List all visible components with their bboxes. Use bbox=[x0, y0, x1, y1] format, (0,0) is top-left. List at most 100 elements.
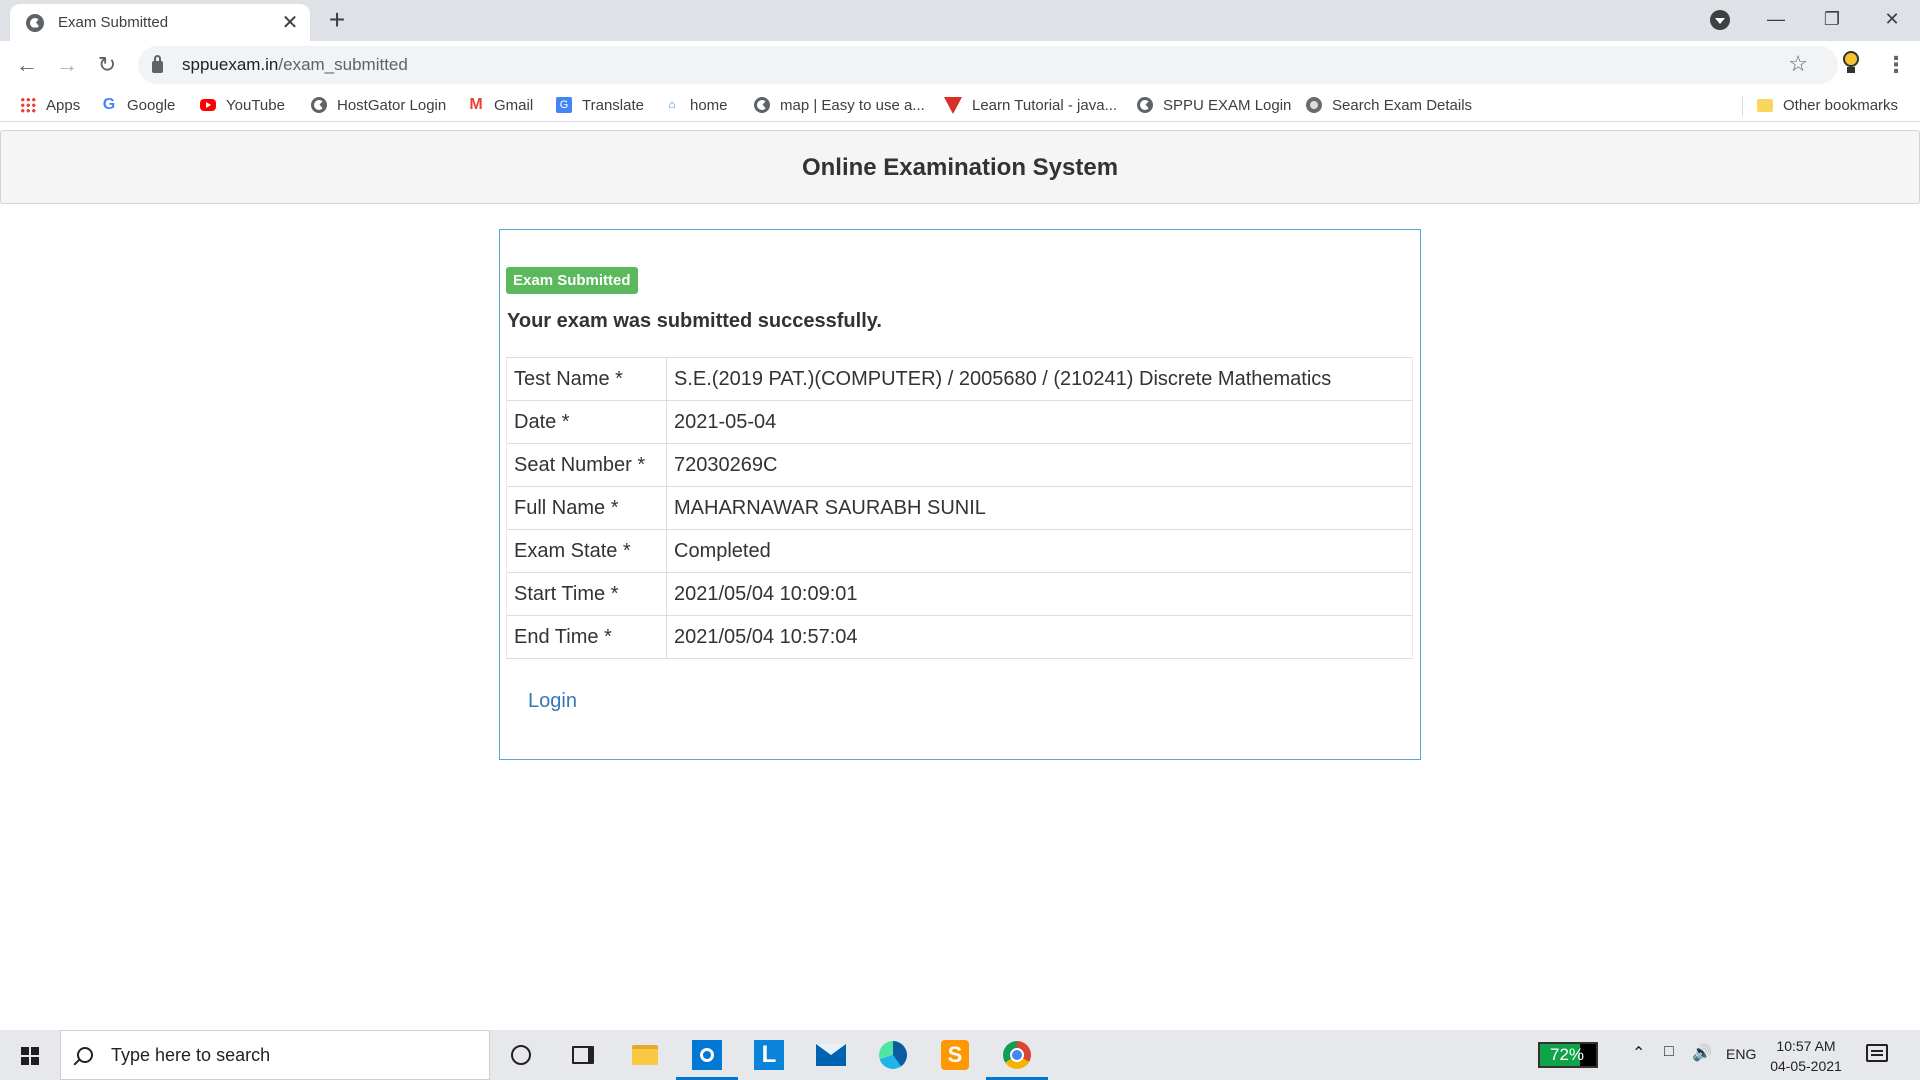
clock-date: 04-05-2021 bbox=[1770, 1058, 1842, 1074]
search-icon bbox=[77, 1047, 93, 1063]
start-button[interactable] bbox=[0, 1030, 60, 1080]
sublime-text-icon: S bbox=[941, 1040, 969, 1070]
taskbar-outlook[interactable] bbox=[676, 1030, 738, 1080]
other-bookmarks[interactable]: Other bookmarks bbox=[1757, 92, 1898, 118]
task-view-icon bbox=[572, 1046, 594, 1064]
restore-button[interactable]: ❐ bbox=[1804, 0, 1860, 41]
bookmark-label: YouTube bbox=[226, 96, 285, 114]
globe-icon bbox=[754, 97, 770, 113]
folder-icon bbox=[1757, 98, 1773, 112]
new-tab-button[interactable]: + bbox=[322, 6, 352, 36]
row-value: S.E.(2019 PAT.)(COMPUTER) / 2005680 / (2… bbox=[666, 357, 1413, 401]
close-window-button[interactable]: ✕ bbox=[1864, 0, 1920, 41]
tab-close-button[interactable]: ✕ bbox=[276, 9, 304, 37]
tutorial-icon bbox=[944, 96, 962, 114]
taskbar-chrome[interactable] bbox=[986, 1030, 1048, 1080]
bookmark-label: Apps bbox=[46, 96, 81, 114]
bookmark-label: Search Exam Details bbox=[1332, 96, 1473, 114]
youtube-icon bbox=[200, 99, 216, 111]
browser-toolbar: ← → ↻ sppuexam.in/exam_submitted ☆ ⋮ bbox=[0, 41, 1920, 88]
bookmark-label: Translate bbox=[582, 96, 644, 114]
tab-search-icon[interactable] bbox=[1710, 10, 1730, 30]
bookmark-google[interactable]: G Google bbox=[101, 92, 176, 118]
language-indicator[interactable]: ENG bbox=[1726, 1046, 1756, 1062]
row-label: Exam State * bbox=[506, 529, 667, 573]
bookmark-label: SPPU EXAM Login bbox=[1163, 96, 1292, 114]
tray-overflow-icon[interactable]: ⌃ bbox=[1632, 1043, 1645, 1063]
site-header: Online Examination System bbox=[0, 130, 1920, 204]
home-icon: ⌂ bbox=[668, 99, 676, 111]
bookmark-home[interactable]: ⌂ home bbox=[664, 92, 728, 118]
table-row: Date * 2021-05-04 bbox=[506, 400, 1413, 444]
bookmark-apps[interactable]: Apps bbox=[20, 92, 80, 118]
row-value: MAHARNAWAR SAURABH SUNIL bbox=[666, 486, 1413, 530]
google-icon: G bbox=[102, 96, 116, 113]
notification-icon[interactable] bbox=[1866, 1044, 1888, 1062]
globe-icon bbox=[311, 97, 327, 113]
minimize-button[interactable]: — bbox=[1748, 0, 1804, 41]
url-path: /exam_submitted bbox=[278, 55, 408, 74]
site-title: Online Examination System bbox=[801, 154, 1119, 181]
reload-button[interactable]: ↻ bbox=[91, 49, 123, 81]
bookmark-sppu-login[interactable]: SPPU EXAM Login bbox=[1137, 92, 1291, 118]
battery-indicator[interactable]: 72% bbox=[1538, 1042, 1598, 1068]
chrome-icon bbox=[1003, 1041, 1031, 1069]
table-row: Full Name * MAHARNAWAR SAURABH SUNIL bbox=[506, 486, 1413, 530]
taskbar-mail[interactable] bbox=[800, 1030, 862, 1080]
gmail-icon: M bbox=[469, 96, 483, 113]
bookmark-label: Google bbox=[127, 96, 176, 114]
bookmark-label: map | Easy to use a... bbox=[780, 96, 925, 114]
browser-tab[interactable]: Exam Submitted ✕ bbox=[10, 4, 310, 41]
bookmark-youtube[interactable]: YouTube bbox=[200, 92, 285, 118]
login-link[interactable]: Login bbox=[528, 690, 577, 713]
lock-icon[interactable] bbox=[152, 55, 163, 73]
network-icon[interactable]: □ bbox=[1664, 1043, 1674, 1061]
bookmark-star-icon[interactable]: ☆ bbox=[1788, 51, 1808, 77]
search-placeholder: Type here to search bbox=[111, 1044, 271, 1065]
l-app-icon: L bbox=[754, 1040, 784, 1070]
row-label: Full Name * bbox=[506, 486, 667, 530]
cortana-button[interactable] bbox=[490, 1030, 552, 1080]
taskbar: Type here to search L S 72% ⌃ □ 🔊 ENG 10… bbox=[0, 1030, 1920, 1080]
cortana-icon bbox=[511, 1045, 531, 1065]
forward-button[interactable]: → bbox=[51, 49, 83, 81]
taskbar-sublime[interactable]: S bbox=[924, 1030, 986, 1080]
bookmark-translate[interactable]: G Translate bbox=[556, 92, 644, 118]
bookmark-gmail[interactable]: M Gmail bbox=[468, 92, 533, 118]
row-value: 2021-05-04 bbox=[666, 400, 1413, 444]
row-label: Seat Number * bbox=[506, 443, 667, 487]
outlook-icon bbox=[692, 1040, 722, 1070]
submission-panel: Exam Submitted Your exam was submitted s… bbox=[499, 229, 1421, 760]
volume-icon[interactable]: 🔊 bbox=[1692, 1043, 1712, 1063]
table-row: Start Time * 2021/05/04 10:09:01 bbox=[506, 572, 1413, 616]
table-row: End Time * 2021/05/04 10:57:04 bbox=[506, 615, 1413, 659]
page-content: Online Examination System Exam Submitted… bbox=[0, 122, 1920, 1030]
back-button[interactable]: ← bbox=[11, 49, 43, 81]
table-row: Test Name * S.E.(2019 PAT.)(COMPUTER) / … bbox=[506, 357, 1413, 401]
address-bar[interactable]: sppuexam.in/exam_submitted ☆ bbox=[138, 46, 1838, 84]
globe-icon bbox=[1137, 97, 1153, 113]
taskbar-edge[interactable] bbox=[862, 1030, 924, 1080]
taskbar-search-box[interactable]: Type here to search bbox=[60, 1030, 490, 1080]
clock[interactable]: 10:57 AM 04-05-2021 bbox=[1766, 1036, 1846, 1076]
bookmark-map[interactable]: map | Easy to use a... bbox=[754, 92, 925, 118]
taskbar-file-explorer[interactable] bbox=[614, 1030, 676, 1080]
extension-bulb-icon[interactable] bbox=[1840, 51, 1862, 75]
bookmark-separator bbox=[1742, 96, 1743, 116]
bookmark-label: home bbox=[690, 96, 728, 114]
chrome-menu-button[interactable]: ⋮ bbox=[1880, 49, 1912, 81]
windows-logo-icon bbox=[21, 1047, 39, 1065]
table-row: Exam State * Completed bbox=[506, 529, 1413, 573]
translate-icon: G bbox=[556, 97, 572, 113]
taskbar-l-app[interactable]: L bbox=[738, 1030, 800, 1080]
battery-text: 72% bbox=[1549, 1045, 1585, 1064]
apps-icon bbox=[20, 97, 36, 113]
bookmark-learn-tutorial[interactable]: Learn Tutorial - java... bbox=[944, 92, 1117, 118]
bookmark-search-exam[interactable]: Search Exam Details bbox=[1306, 92, 1472, 118]
task-view-button[interactable] bbox=[552, 1030, 614, 1080]
row-label: Test Name * bbox=[506, 357, 667, 401]
bookmarks-bar: Apps G Google YouTube HostGator Login M Gm… bbox=[0, 88, 1920, 122]
bookmark-hostgator[interactable]: HostGator Login bbox=[311, 92, 446, 118]
globe-icon bbox=[26, 13, 44, 32]
row-label: End Time * bbox=[506, 615, 667, 659]
